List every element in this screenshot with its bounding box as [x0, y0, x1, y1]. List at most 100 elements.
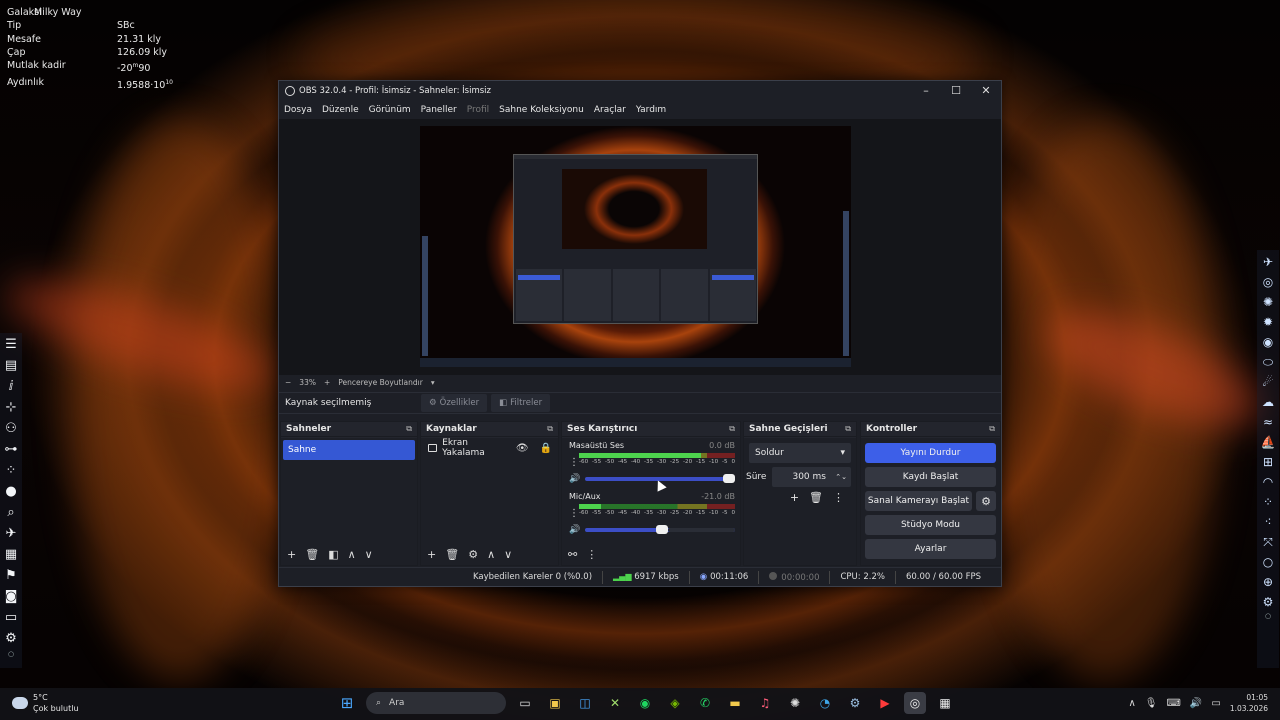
circle-icon[interactable]: ○	[1259, 552, 1277, 571]
link-icon[interactable]: ⚯	[568, 548, 577, 561]
minimize-icon[interactable]: –	[911, 84, 941, 97]
undock-icon[interactable]: ⧉	[845, 424, 851, 434]
kebab-icon[interactable]: ⋮	[569, 508, 579, 519]
zoom-out-button[interactable]: −	[285, 378, 291, 387]
spiral-galaxy-icon[interactable]: ◎	[1259, 272, 1277, 291]
obs-icon[interactable]: ◎	[904, 692, 926, 714]
battery-icon[interactable]: ▭	[1211, 698, 1220, 709]
wave-icon[interactable]: ≈	[1259, 412, 1277, 431]
trash-icon[interactable]: 🗑	[305, 548, 319, 561]
orbit-icon[interactable]: ⊶	[2, 440, 20, 459]
flag-icon[interactable]: ⚑	[2, 566, 20, 585]
plane-icon[interactable]: ✈	[2, 524, 20, 543]
gear-icon[interactable]: ⚙	[976, 491, 996, 511]
close-icon[interactable]: ✕	[971, 84, 1001, 97]
menu-paneller[interactable]: Paneller	[421, 105, 457, 115]
properties-button[interactable]: ⚙ Özellikler	[421, 394, 488, 412]
menu-gorunum[interactable]: Görünüm	[369, 105, 411, 115]
chevron-down-icon[interactable]: ∨	[365, 548, 373, 561]
search-box[interactable]: ⌕ Ara	[366, 692, 506, 714]
chevron-up-icon[interactable]: ∧	[1128, 698, 1135, 709]
preview-canvas[interactable]	[420, 126, 851, 367]
speaker-icon[interactable]: 🔊	[569, 525, 580, 535]
filters-button[interactable]: ◧ Filtreler	[491, 394, 551, 412]
grid-icon[interactable]: ⊞	[1259, 452, 1277, 471]
studio-mode-button[interactable]: Stüdyo Modu	[865, 515, 996, 535]
ship-icon[interactable]: ⛵	[1259, 432, 1277, 451]
menu-araclar[interactable]: Araçlar	[594, 105, 626, 115]
spin-icon[interactable]: ⌃⌄	[835, 473, 847, 481]
eye-icon[interactable]: ◠	[1259, 472, 1277, 491]
monitor-icon[interactable]: ▭	[2, 608, 20, 627]
clock[interactable]: 01:05 1.03.2026	[1230, 692, 1268, 714]
gear-icon[interactable]: ⚙	[468, 548, 478, 561]
add-icon[interactable]: +	[287, 548, 296, 561]
volume-slider[interactable]	[585, 525, 735, 534]
network-icon[interactable]: ⌨	[1166, 698, 1180, 709]
preview-area[interactable]	[279, 119, 1001, 375]
dots-icon[interactable]: ⁘	[1259, 492, 1277, 511]
filter-icon[interactable]: ◧	[328, 548, 338, 561]
binoculars-icon[interactable]: ⚇	[2, 419, 20, 438]
search-icon[interactable]: ⌕	[2, 503, 20, 522]
star-icon[interactable]: ✹	[1259, 312, 1277, 331]
ruler-icon[interactable]: ⊹	[2, 398, 20, 417]
folder-icon[interactable]: ▬	[724, 692, 746, 714]
slider-knob[interactable]	[723, 474, 735, 483]
add-icon[interactable]: +	[790, 491, 799, 504]
task-view-icon[interactable]: ▭	[514, 692, 536, 714]
whatsapp-icon[interactable]: ✆	[694, 692, 716, 714]
store-icon[interactable]: ▣	[544, 692, 566, 714]
stop-stream-button[interactable]: Yayını Durdur	[865, 443, 996, 463]
lock-icon[interactable]: 🔒	[540, 443, 552, 454]
nvidia-icon[interactable]: ◈	[664, 692, 686, 714]
chevron-up-icon[interactable]: ∧	[487, 548, 495, 561]
planet-icon[interactable]: ●	[2, 482, 20, 501]
list-icon[interactable]: ▤	[2, 356, 20, 375]
menu-icon[interactable]: ☰	[2, 335, 20, 354]
youtube-icon[interactable]: ▶	[874, 692, 896, 714]
slider-knob[interactable]	[655, 525, 668, 534]
scene-item[interactable]: Sahne	[283, 440, 415, 460]
undock-icon[interactable]: ⧉	[729, 424, 735, 434]
gear-icon[interactable]: ⚙	[2, 629, 20, 648]
kebab-icon[interactable]: ⋮	[833, 491, 844, 504]
kebab-icon[interactable]: ⋮	[586, 548, 597, 561]
zoom-in-button[interactable]: +	[324, 378, 330, 387]
transition-select[interactable]: Soldur ▾	[749, 443, 851, 463]
xbox-icon[interactable]: ✕	[604, 692, 626, 714]
plane-icon[interactable]: ✈	[1259, 252, 1277, 271]
title-bar[interactable]: OBS 32.0.4 - Profil: İsimsiz - Sahneler:…	[279, 81, 1001, 100]
maximize-icon[interactable]: ☐	[941, 84, 971, 97]
virtual-camera-button[interactable]: Sanal Kamerayı Başlat	[865, 491, 972, 511]
volume-icon[interactable]: 🔊	[1190, 698, 1202, 709]
menu-yardim[interactable]: Yardım	[636, 105, 666, 115]
weather-widget[interactable]: 5°C Çok bulutlu	[12, 692, 79, 714]
microphone-icon[interactable]: 🎙	[1145, 698, 1158, 709]
gear-icon[interactable]: ⚙	[1259, 592, 1277, 611]
nebula-icon[interactable]: ✺	[1259, 292, 1277, 311]
comet-icon[interactable]: ☄	[1259, 372, 1277, 391]
settings-button[interactable]: Ayarlar	[865, 539, 996, 559]
outlook-icon[interactable]: ◫	[574, 692, 596, 714]
chevron-down-icon[interactable]: ▾	[431, 378, 435, 387]
edge-icon[interactable]: ◔	[814, 692, 836, 714]
sphere-icon[interactable]: ◉	[1259, 332, 1277, 351]
undock-icon[interactable]: ⧉	[547, 424, 553, 434]
trash-icon[interactable]: 🗑	[445, 548, 459, 561]
stars-icon[interactable]: ⁘	[2, 461, 20, 480]
source-item[interactable]: Ekran Yakalama 👁 🔒	[421, 438, 558, 458]
arrows-icon[interactable]: ⤧	[1259, 532, 1277, 551]
duration-input[interactable]: 300 ms ⌃⌄	[772, 467, 851, 487]
app-icon[interactable]: ▦	[934, 692, 956, 714]
windows-start-icon[interactable]: ⊞	[336, 692, 358, 714]
info-icon[interactable]: ⅈ	[2, 377, 20, 396]
camera-icon[interactable]: ◙	[2, 587, 20, 606]
chatgpt-icon[interactable]: ✺	[784, 692, 806, 714]
start-record-button[interactable]: Kaydı Başlat	[865, 467, 996, 487]
spotify-icon[interactable]: ◉	[634, 692, 656, 714]
add-icon[interactable]: +	[427, 548, 436, 561]
kebab-icon[interactable]: ⋮	[569, 457, 579, 468]
planet-ring-icon[interactable]: ⬭	[1259, 352, 1277, 371]
eye-icon[interactable]: 👁	[516, 443, 529, 454]
